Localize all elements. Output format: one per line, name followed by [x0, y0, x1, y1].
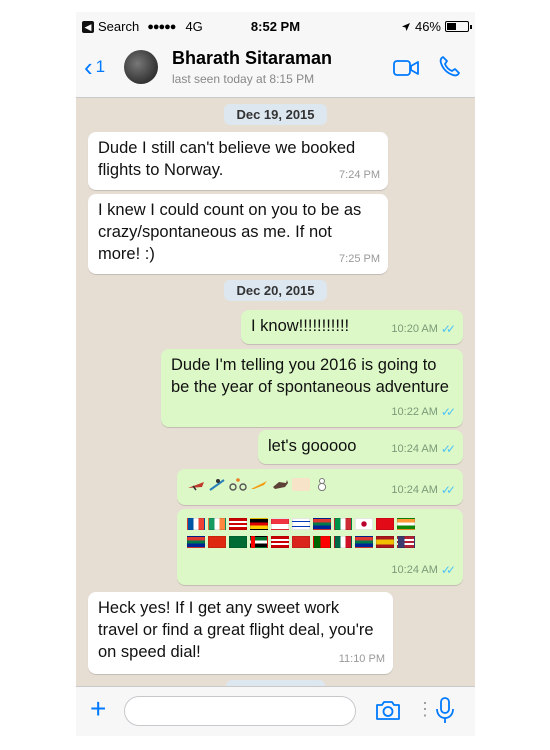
- malaysia-flag-icon: [271, 536, 289, 548]
- message-time: 7:25 PM: [339, 253, 380, 265]
- message-time: 10:24 AM: [391, 443, 438, 455]
- message-outgoing-emoji[interactable]: 10:24 AM ✓✓: [177, 469, 463, 505]
- south-africa-flag-icon: [187, 536, 205, 548]
- carrier-label[interactable]: Search: [98, 19, 139, 34]
- avatar[interactable]: [124, 50, 158, 84]
- usa-flag-icon: [397, 536, 415, 548]
- read-receipt-icon: ✓✓: [440, 442, 456, 456]
- south-africa-flag-icon: [313, 518, 331, 530]
- message-time: 10:24 AM: [391, 564, 438, 576]
- phone-call-icon[interactable]: [437, 55, 461, 79]
- germany-flag-icon: [250, 518, 268, 530]
- message-time: 10:20 AM: [391, 323, 438, 335]
- message-text: I knew I could count on you to be as cra…: [98, 201, 362, 263]
- flag-row: [187, 518, 453, 530]
- turkey-flag-icon: [376, 518, 394, 530]
- france-flag-icon: [187, 518, 205, 530]
- message-incoming[interactable]: I knew I could count on you to be as cra…: [88, 194, 388, 274]
- date-separator: Dec 19, 2015: [76, 104, 475, 125]
- vietnam-flag-icon: [292, 536, 310, 548]
- spain-flag-icon: [376, 536, 394, 548]
- back-button[interactable]: ‹ 1: [84, 54, 105, 80]
- last-seen: last seen today at 8:15 PM: [172, 72, 315, 86]
- chat-header: ‹ 1 Bharath Sitaraman last seen today at…: [76, 40, 475, 98]
- message-outgoing-flags[interactable]: 10:24 AM ✓✓: [177, 509, 463, 585]
- message-incoming[interactable]: Dude I still can't believe we booked fli…: [88, 132, 388, 190]
- camera-icon[interactable]: [374, 699, 402, 721]
- message-text: Dude I'm telling you 2016 is going to be…: [171, 356, 449, 396]
- message-time: 7:24 PM: [339, 169, 380, 181]
- back-to-app-icon[interactable]: ◀: [82, 20, 94, 33]
- japan-flag-icon: [355, 518, 373, 530]
- status-bar: ◀ Search ●●●●● 4G 8:52 PM 46%: [76, 12, 475, 40]
- read-receipt-icon: ✓✓: [440, 483, 456, 497]
- south-africa-flag-icon: [355, 536, 373, 548]
- malaysia-flag-icon: [229, 518, 247, 530]
- airplane-icon: [188, 482, 204, 491]
- message-time: 10:22 AM: [391, 406, 438, 418]
- italy-flag-icon: [334, 518, 352, 530]
- saudi-arabia-flag-icon: [229, 536, 247, 548]
- flag-row: [187, 536, 453, 548]
- microphone-icon[interactable]: [434, 696, 456, 726]
- battery-icon: [445, 21, 472, 32]
- israel-flag-icon: [292, 518, 310, 530]
- uae-flag-icon: [250, 536, 268, 548]
- unread-count: 1: [95, 57, 106, 76]
- ireland-flag-icon: [208, 518, 226, 530]
- skier-icon: [209, 479, 225, 491]
- message-outgoing[interactable]: Dude I'm telling you 2016 is going to be…: [161, 349, 463, 427]
- network-type: 4G: [185, 19, 203, 34]
- battery-percent: 46%: [414, 19, 441, 34]
- horse-racing-icon: [273, 480, 288, 489]
- blank-emoji-icon: [292, 478, 310, 491]
- add-attachment-icon[interactable]: +: [90, 695, 106, 723]
- phone-screen: ◀ Search ●●●●● 4G 8:52 PM 46% ‹ 1 Bharat…: [76, 12, 475, 736]
- contact-name[interactable]: Bharath Sitaraman: [172, 48, 332, 69]
- chevron-left-icon: ‹: [84, 52, 93, 82]
- chat-area[interactable]: Dec 19, 2015 Dude I still can't believe …: [76, 98, 475, 701]
- read-receipt-icon: ✓✓: [440, 405, 456, 419]
- portugal-flag-icon: [313, 536, 331, 548]
- video-call-icon[interactable]: [393, 59, 419, 77]
- mexico-flag-icon: [334, 536, 352, 548]
- message-incoming[interactable]: Heck yes! If I get any sweet work travel…: [88, 592, 393, 674]
- message-input[interactable]: [124, 696, 356, 726]
- cyclist-icon: [229, 478, 247, 491]
- signal-strength: ●●●●●: [147, 20, 176, 33]
- message-outgoing[interactable]: let's gooooo 10:24 AM ✓✓: [258, 430, 463, 464]
- read-receipt-icon: ✓✓: [440, 322, 456, 336]
- message-time: 10:24 AM: [391, 484, 438, 496]
- plane-departure-icon: [251, 481, 267, 489]
- message-time: 11:10 PM: [338, 653, 385, 665]
- message-text: Dude I still can't believe we booked fli…: [98, 139, 356, 179]
- location-arrow-icon: [401, 22, 410, 31]
- india-flag-icon: [397, 518, 415, 530]
- message-outgoing[interactable]: I know!!!!!!!!!!! 10:20 AM ✓✓: [241, 310, 463, 344]
- singapore-flag-icon: [271, 518, 289, 530]
- message-input-bar: + ⋮: [76, 686, 475, 736]
- hong-kong-flag-icon: [208, 536, 226, 548]
- snowman-icon: [317, 478, 327, 491]
- separator-dots-icon: ⋮: [416, 699, 434, 719]
- date-separator: Dec 20, 2015: [76, 280, 475, 301]
- read-receipt-icon: ✓✓: [440, 563, 456, 577]
